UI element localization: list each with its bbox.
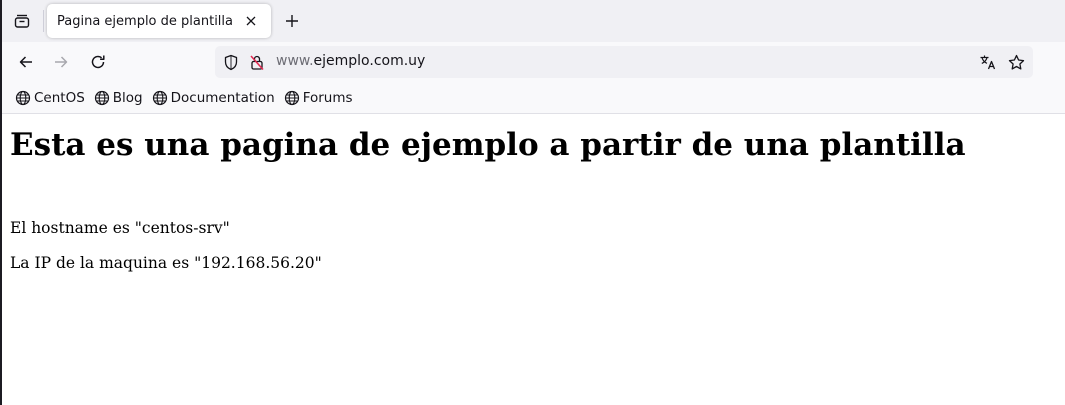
star-icon[interactable] (1005, 52, 1027, 72)
plus-icon[interactable] (278, 6, 306, 36)
arrow-right-icon[interactable] (46, 48, 76, 76)
tab-tray-icon[interactable] (6, 6, 38, 36)
arrow-left-icon[interactable] (11, 48, 41, 76)
insecure-lock-icon[interactable] (247, 52, 267, 72)
bookmark-forums[interactable]: Forums (281, 86, 357, 110)
url-domain: ejemplo.com.uy (313, 53, 426, 69)
globe-icon (152, 90, 168, 106)
bookmarks-toolbar: CentOS Blog Documentation Forums (0, 82, 1065, 114)
tab-title: Pagina ejemplo de plantilla (57, 13, 233, 29)
navigation-bar: www.ejemplo.com.uy (0, 42, 1065, 82)
page-heading: Esta es una pagina de ejemplo a partir d… (10, 127, 966, 163)
bookmark-label: CentOS (34, 89, 85, 106)
bookmark-documentation[interactable]: Documentation (149, 86, 279, 110)
address-bar[interactable]: www.ejemplo.com.uy (215, 46, 1033, 78)
window-left-edge (0, 0, 2, 405)
url-prefix: www. (276, 53, 314, 69)
bookmark-label: Blog (112, 89, 143, 106)
page-content: Esta es una pagina de ejemplo a partir d… (2, 114, 1065, 405)
bookmark-centos[interactable]: CentOS (12, 86, 89, 110)
close-icon[interactable] (241, 11, 261, 31)
tab-strip: Pagina ejemplo de plantilla (0, 0, 1065, 42)
reload-icon[interactable] (83, 48, 113, 76)
globe-icon (284, 90, 300, 106)
shield-icon[interactable] (221, 52, 241, 72)
globe-icon (15, 90, 31, 106)
hostname-text: El hostname es "centos-srv" (10, 219, 230, 237)
bookmark-label: Documentation (170, 89, 275, 106)
active-tab[interactable]: Pagina ejemplo de plantilla (47, 4, 271, 38)
globe-icon (94, 90, 110, 106)
url-text[interactable]: www.ejemplo.com.uy (276, 53, 425, 69)
tab-separator (43, 10, 44, 32)
bookmark-label: Forums (302, 89, 353, 106)
ip-text: La IP de la maquina es "192.168.56.20" (10, 254, 322, 272)
translate-icon[interactable] (977, 52, 999, 72)
bookmark-blog[interactable]: Blog (91, 86, 147, 110)
